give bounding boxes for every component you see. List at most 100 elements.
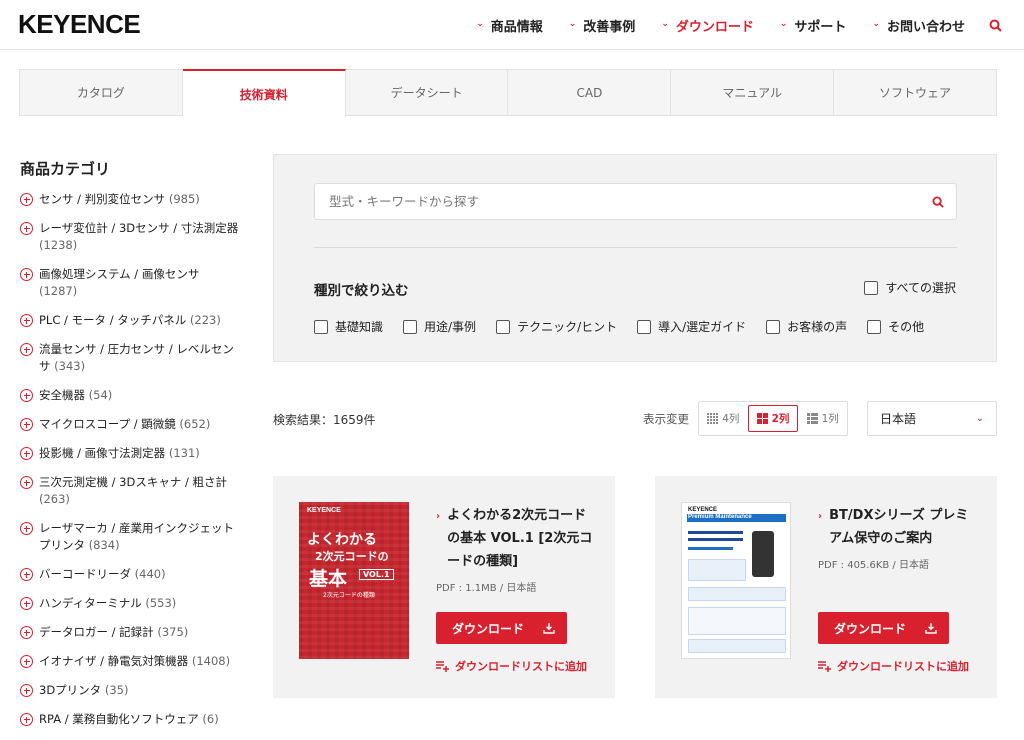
chevron-right-icon: › [436,511,441,522]
plus-circle-icon [20,222,33,235]
plus-circle-icon [20,597,33,610]
category-sidebar: 商品カテゴリ センサ / 判別変位センサ (985) レーザ変位計 / 3Dセン… [20,158,240,740]
tab-catalog[interactable]: カタログ [20,70,183,115]
search-icon[interactable] [989,19,1002,32]
nav-download[interactable]: ⌄ ダウンロード [661,16,754,35]
category-item[interactable]: 流量センサ / 圧力センサ / レベルセンサ (343) [20,341,240,375]
filter-option-basics[interactable]: 基礎知識 [314,318,383,335]
search-icon[interactable] [920,195,956,208]
filter-option-guide[interactable]: 導入/選定ガイド [637,318,746,335]
checkbox-icon [496,319,511,334]
tab-cad[interactable]: CAD [508,70,672,115]
plus-circle-icon [20,713,33,726]
category-item[interactable]: センサ / 判別変位センサ (985) [20,191,240,208]
sidebar-title: 商品カテゴリ [20,160,111,178]
plus-circle-icon [20,418,33,431]
global-nav: ⌄ 商品情報 ⌄ 改善事例 ⌄ ダウンロード ⌄ サポート ⌄ お問い合わせ [450,0,1002,50]
keyword-search-box [314,183,957,220]
nav-contact[interactable]: ⌄ お問い合わせ [872,16,965,35]
chevron-right-icon: › [818,511,823,522]
filter-option-testimonials[interactable]: お客様の声 [766,318,847,335]
category-item[interactable]: レーザ変位計 / 3Dセンサ / 寸法測定器 (1238) [20,220,240,254]
category-item[interactable]: 3Dプリンタ (35) [20,682,240,699]
playlist-add-icon [818,660,831,672]
view-2-columns-button[interactable]: 2列 [747,405,799,432]
add-to-download-list-link[interactable]: ダウンロードリストに追加 [436,658,587,674]
document-meta: PDF : 1.1MB / 日本語 [436,583,537,594]
nav-support[interactable]: ⌄ サポート [780,16,847,35]
brochure-line [688,531,743,534]
download-icon [925,623,937,634]
nav-case-studies[interactable]: ⌄ 改善事例 [569,16,636,35]
keyence-logo[interactable]: KEYENCE [18,9,141,39]
download-type-tabs: カタログ 技術資料 データシート CAD マニュアル ソフトウェア [19,69,997,117]
chevron-down-icon: ⌄ [568,19,577,29]
plus-circle-icon [20,684,33,697]
type-filter-options: 基礎知識 用途/事例 テクニック/ヒント 導入/選定ガイド お客様の声 その他 [314,318,944,335]
brochure-line [688,547,733,550]
grid-2-icon [756,413,768,424]
chevron-down-icon: ⌄ [661,19,669,29]
tab-technical-docs[interactable]: 技術資料 [182,69,346,117]
language-select[interactable]: 日本語 ⌄ [867,401,997,436]
category-item[interactable]: データロガー / 記録計 (375) [20,624,240,641]
plus-circle-icon [20,193,33,206]
tab-software[interactable]: ソフトウェア [834,70,996,115]
plus-circle-icon [20,389,33,402]
view-toggle: 4列 2列 1列 [698,401,848,436]
view-4-columns-button[interactable]: 4列 [699,402,748,435]
plus-circle-icon [20,626,33,639]
brochure-block [688,607,786,635]
category-item[interactable]: RPA / 業務自動化ソフトウェア (6) [20,711,240,728]
category-item[interactable]: バーコードリーダ (440) [20,566,240,583]
download-button[interactable]: ダウンロード [818,612,949,644]
download-button[interactable]: ダウンロード [436,612,567,644]
category-item[interactable]: 投影機 / 画像寸法測定器 (131) [20,445,240,462]
plus-circle-icon [20,568,33,581]
view-1-column-button[interactable]: 1列 [798,402,847,435]
category-item[interactable]: 安全機器 (54) [20,387,240,404]
checkbox-icon [314,319,328,334]
checkbox-icon [637,319,652,334]
brochure-block [688,559,746,581]
filter-option-tips[interactable]: テクニック/ヒント [496,318,617,335]
category-item[interactable]: PLC / モータ / タッチパネル (223) [20,312,240,329]
document-thumbnail[interactable]: KEYENCE Premium Maintenance [681,502,791,659]
add-to-download-list-link[interactable]: ダウンロードリストに追加 [818,658,969,674]
tab-datasheet[interactable]: データシート [346,70,509,115]
category-item[interactable]: 画像処理システム / 画像センサ (1287) [20,266,240,300]
filter-option-other[interactable]: その他 [867,318,924,335]
category-item[interactable]: レーザマーカ / 産業用インクジェットプリンタ (834) [20,520,240,554]
document-thumbnail[interactable]: KEYENCE よくわかる 2次元コードの 基本 VOL.1 2次元コードの種類 [299,502,409,659]
card-body: › よくわかる2次元コードの基本 VOL.1 [2次元コードの種類] PDF :… [436,504,596,594]
category-item[interactable]: ハンディターミナル (553) [20,595,240,612]
playlist-add-icon [436,660,449,672]
category-item[interactable]: マイクロスコープ / 顕微鏡 (652) [20,416,240,433]
chevron-down-icon: ⌄ [975,413,984,424]
checkbox-icon [403,319,418,334]
plus-circle-icon [20,447,33,460]
category-item[interactable]: 三次元測定機 / 3Dスキャナ / 粗さ計 (263) [20,474,240,508]
filter-option-use-cases[interactable]: 用途/事例 [403,318,476,335]
keyword-search-input[interactable] [329,194,920,209]
view-label: 表示変更 [643,412,689,426]
result-count: 検索結果：1659件 [273,413,376,427]
select-all-checkbox[interactable]: すべての選択 [864,279,956,296]
document-title-link[interactable]: › よくわかる2次元コードの基本 VOL.1 [2次元コードの種類] [436,504,596,573]
plus-circle-icon [20,476,33,489]
plus-circle-icon [20,314,33,327]
brochure-cover: KEYENCE Premium Maintenance [681,502,791,659]
handheld-device-image [752,531,774,577]
category-item[interactable]: イオナイザ / 静電気対策機器 (1408) [20,653,240,670]
tab-manual[interactable]: マニュアル [671,70,835,115]
document-card: KEYENCE よくわかる 2次元コードの 基本 VOL.1 2次元コードの種類… [273,476,615,698]
checkbox-icon [864,280,879,295]
nav-products[interactable]: ⌄ 商品情報 [476,16,543,35]
brochure-block [688,587,786,601]
document-card: KEYENCE Premium Maintenance › BT/DXシリーズ … [655,476,997,698]
document-title-link[interactable]: › BT/DXシリーズ プレミアム保守のご案内 [818,504,978,550]
list-icon [806,413,818,424]
brochure-line [688,538,743,541]
book-cover: KEYENCE よくわかる 2次元コードの 基本 VOL.1 2次元コードの種類 [299,502,409,659]
chevron-down-icon: ⌄ [779,19,788,29]
